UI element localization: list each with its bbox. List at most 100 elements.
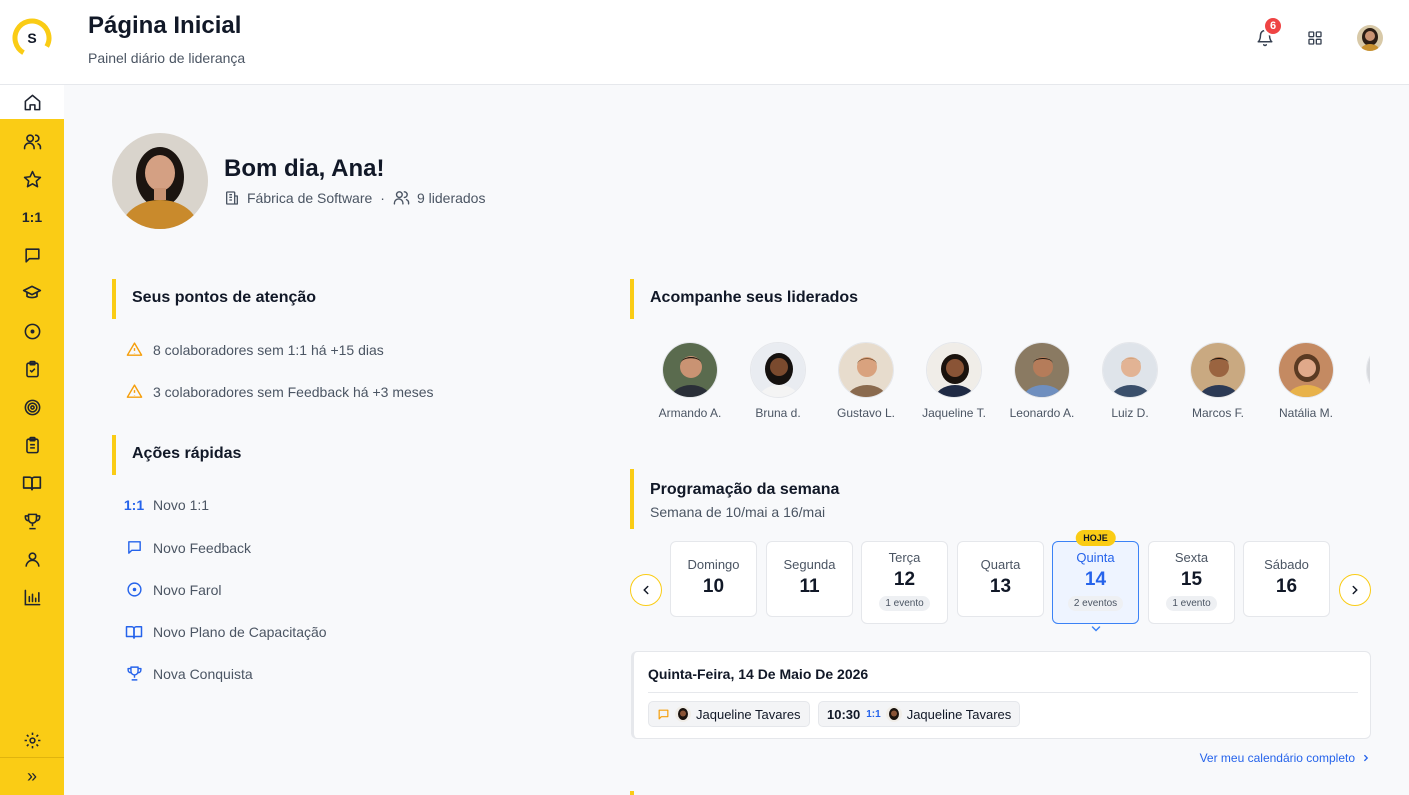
users-icon: [393, 191, 410, 205]
day-name: Domingo: [687, 557, 740, 572]
day-number: 12: [893, 569, 916, 590]
sidebar-item-feedback[interactable]: [0, 236, 64, 274]
graduation-cap-icon: [22, 285, 42, 299]
day-card-thursday-today[interactable]: HOJE Quinta 14 2 eventos: [1052, 530, 1139, 624]
team-member[interactable]: Gustavo L.: [822, 342, 910, 420]
day-card-friday[interactable]: Sexta 15 1 evento: [1148, 541, 1235, 624]
settings-icon: [24, 732, 40, 748]
day-card-tuesday[interactable]: Terça 12 1 evento: [861, 541, 948, 624]
day-card-sunday[interactable]: Domingo 10: [670, 541, 757, 617]
day-number: 16: [1275, 576, 1298, 597]
one-on-one-icon: 1:1: [866, 708, 881, 720]
week-next-button[interactable]: [1339, 574, 1371, 606]
quick-action-new-feedback[interactable]: Novo Feedback: [124, 539, 251, 556]
chevron-right-icon: [1352, 585, 1358, 595]
team-member[interactable]: Bruna d.: [734, 342, 822, 420]
team-member[interactable]: Luiz D.: [1086, 342, 1174, 420]
sidebar-item-reports[interactable]: [0, 426, 64, 464]
quick-actions-title: Ações rápidas: [132, 445, 242, 462]
page-title: Página Inicial: [88, 12, 242, 39]
sidebar-item-library[interactable]: [0, 464, 64, 502]
quick-action-new-achievement[interactable]: Nova Conquista: [124, 665, 253, 682]
day-name: Terça: [888, 550, 921, 565]
sidebar-expand-button[interactable]: »: [0, 757, 64, 795]
star-icon: [23, 170, 41, 187]
week-schedule-header: Programação da semana Semana de 10/mai a…: [630, 469, 839, 529]
sidebar-item-achievements[interactable]: [0, 502, 64, 540]
quick-action-new-farol[interactable]: Novo Farol: [124, 581, 221, 598]
greeting: Bom dia, Ana!: [224, 155, 385, 182]
one-on-one-icon: 1:1: [123, 497, 145, 513]
full-calendar-link[interactable]: Ver meu calendário completo: [1200, 751, 1371, 765]
week-prev-button[interactable]: [630, 574, 662, 606]
quick-action-label: Novo Farol: [153, 581, 222, 598]
notifications-button[interactable]: 6: [1253, 16, 1283, 52]
users-icon: [23, 133, 41, 149]
sidebar: 1:1 »: [0, 85, 64, 795]
day-number: 11: [799, 576, 820, 597]
week-subtitle: Semana de 10/mai a 16/mai: [650, 504, 826, 520]
profile-photo: [112, 133, 208, 229]
quick-action-new-training-plan[interactable]: Novo Plano de Capacitação: [124, 623, 327, 641]
team-member-name: Leonardo A.: [1009, 406, 1075, 420]
trophy-icon: [24, 513, 40, 529]
book-open-icon: [22, 476, 42, 491]
attention-text: 3 colaboradores sem Feedback há +3 meses: [153, 383, 434, 400]
team-member[interactable]: Armando A.: [650, 342, 734, 420]
team-member-name: Gustavo L.: [836, 406, 896, 420]
event-chip-feedback[interactable]: Jaqueline Tavares: [648, 701, 810, 727]
day-number: 14: [1084, 569, 1107, 590]
sidebar-item-team[interactable]: [0, 122, 64, 160]
expand-icon: »: [26, 765, 37, 786]
apps-grid-button[interactable]: [1303, 24, 1327, 52]
day-number: 10: [702, 576, 725, 597]
week-title: Programação da semana: [650, 481, 840, 498]
user-icon: [24, 551, 40, 567]
team-member-name: Armando A.: [658, 406, 722, 420]
attention-item[interactable]: 3 colaboradores sem Feedback há +3 meses: [124, 383, 434, 400]
sidebar-item-favorites[interactable]: [0, 160, 64, 198]
sidebar-item-tasks[interactable]: [0, 350, 64, 388]
attention-item[interactable]: 8 colaboradores sem 1:1 há +15 dias: [124, 341, 384, 358]
quick-action-new-one-on-one[interactable]: 1:1 Novo 1:1: [124, 497, 209, 513]
profile-meta: Fábrica de Software · 9 liderados: [224, 189, 485, 206]
full-calendar-label: Ver meu calendário completo: [1199, 751, 1355, 765]
team-member[interactable]: Jaqueline T.: [910, 342, 998, 420]
sidebar-item-training[interactable]: [0, 274, 64, 312]
user-avatar[interactable]: [1357, 25, 1383, 51]
day-name: Sábado: [1264, 557, 1309, 572]
team-member[interactable]: Marcos F.: [1174, 342, 1262, 420]
warning-icon: [126, 384, 142, 398]
team-member[interactable]: Natália M.: [1262, 342, 1350, 420]
page-subtitle: Painel diário de liderança: [88, 50, 246, 66]
home-icon: [24, 94, 40, 110]
quick-action-label: Nova Conquista: [153, 665, 253, 682]
sidebar-item-one-on-one[interactable]: 1:1: [0, 198, 64, 236]
target-dot-icon: [126, 582, 142, 597]
sidebar-item-home[interactable]: [0, 85, 64, 119]
book-open-icon: [125, 626, 143, 639]
team-member[interactable]: Leonardo A.: [998, 342, 1086, 420]
day-detail-card: Quinta-Feira, 14 De Maio De 2026 Jaqueli…: [631, 651, 1371, 739]
day-events-badge: 2 eventos: [1067, 596, 1124, 611]
next-section-indicator: [630, 791, 634, 795]
sidebar-item-farol[interactable]: [0, 312, 64, 350]
event-chip-one-on-one[interactable]: 10:30 1:1 Jaqueline Tavares: [818, 701, 1021, 727]
team-member-name: Jaqueline T.: [922, 406, 986, 420]
day-card-monday[interactable]: Segunda 11: [766, 541, 853, 617]
team-member-partial[interactable]: [1350, 342, 1370, 398]
event-person: Jaqueline Tavares: [696, 706, 801, 722]
sidebar-item-profile[interactable]: [0, 540, 64, 578]
day-card-saturday[interactable]: Sábado 16: [1243, 541, 1330, 617]
top-bar: S Página Inicial Painel diário de lidera…: [0, 0, 1409, 85]
sidebar-item-settings[interactable]: [0, 721, 64, 759]
sidebar-item-goals[interactable]: [0, 388, 64, 426]
app-logo[interactable]: S: [12, 18, 52, 58]
divider: [648, 692, 1358, 693]
attention-text: 8 colaboradores sem 1:1 há +15 dias: [153, 341, 384, 358]
chevron-left-icon: [643, 585, 649, 595]
attention-section-header: Seus pontos de atenção: [112, 279, 316, 319]
sidebar-item-analytics[interactable]: [0, 578, 64, 616]
day-card-wednesday[interactable]: Quarta 13: [957, 541, 1044, 617]
building-icon: [226, 190, 238, 205]
